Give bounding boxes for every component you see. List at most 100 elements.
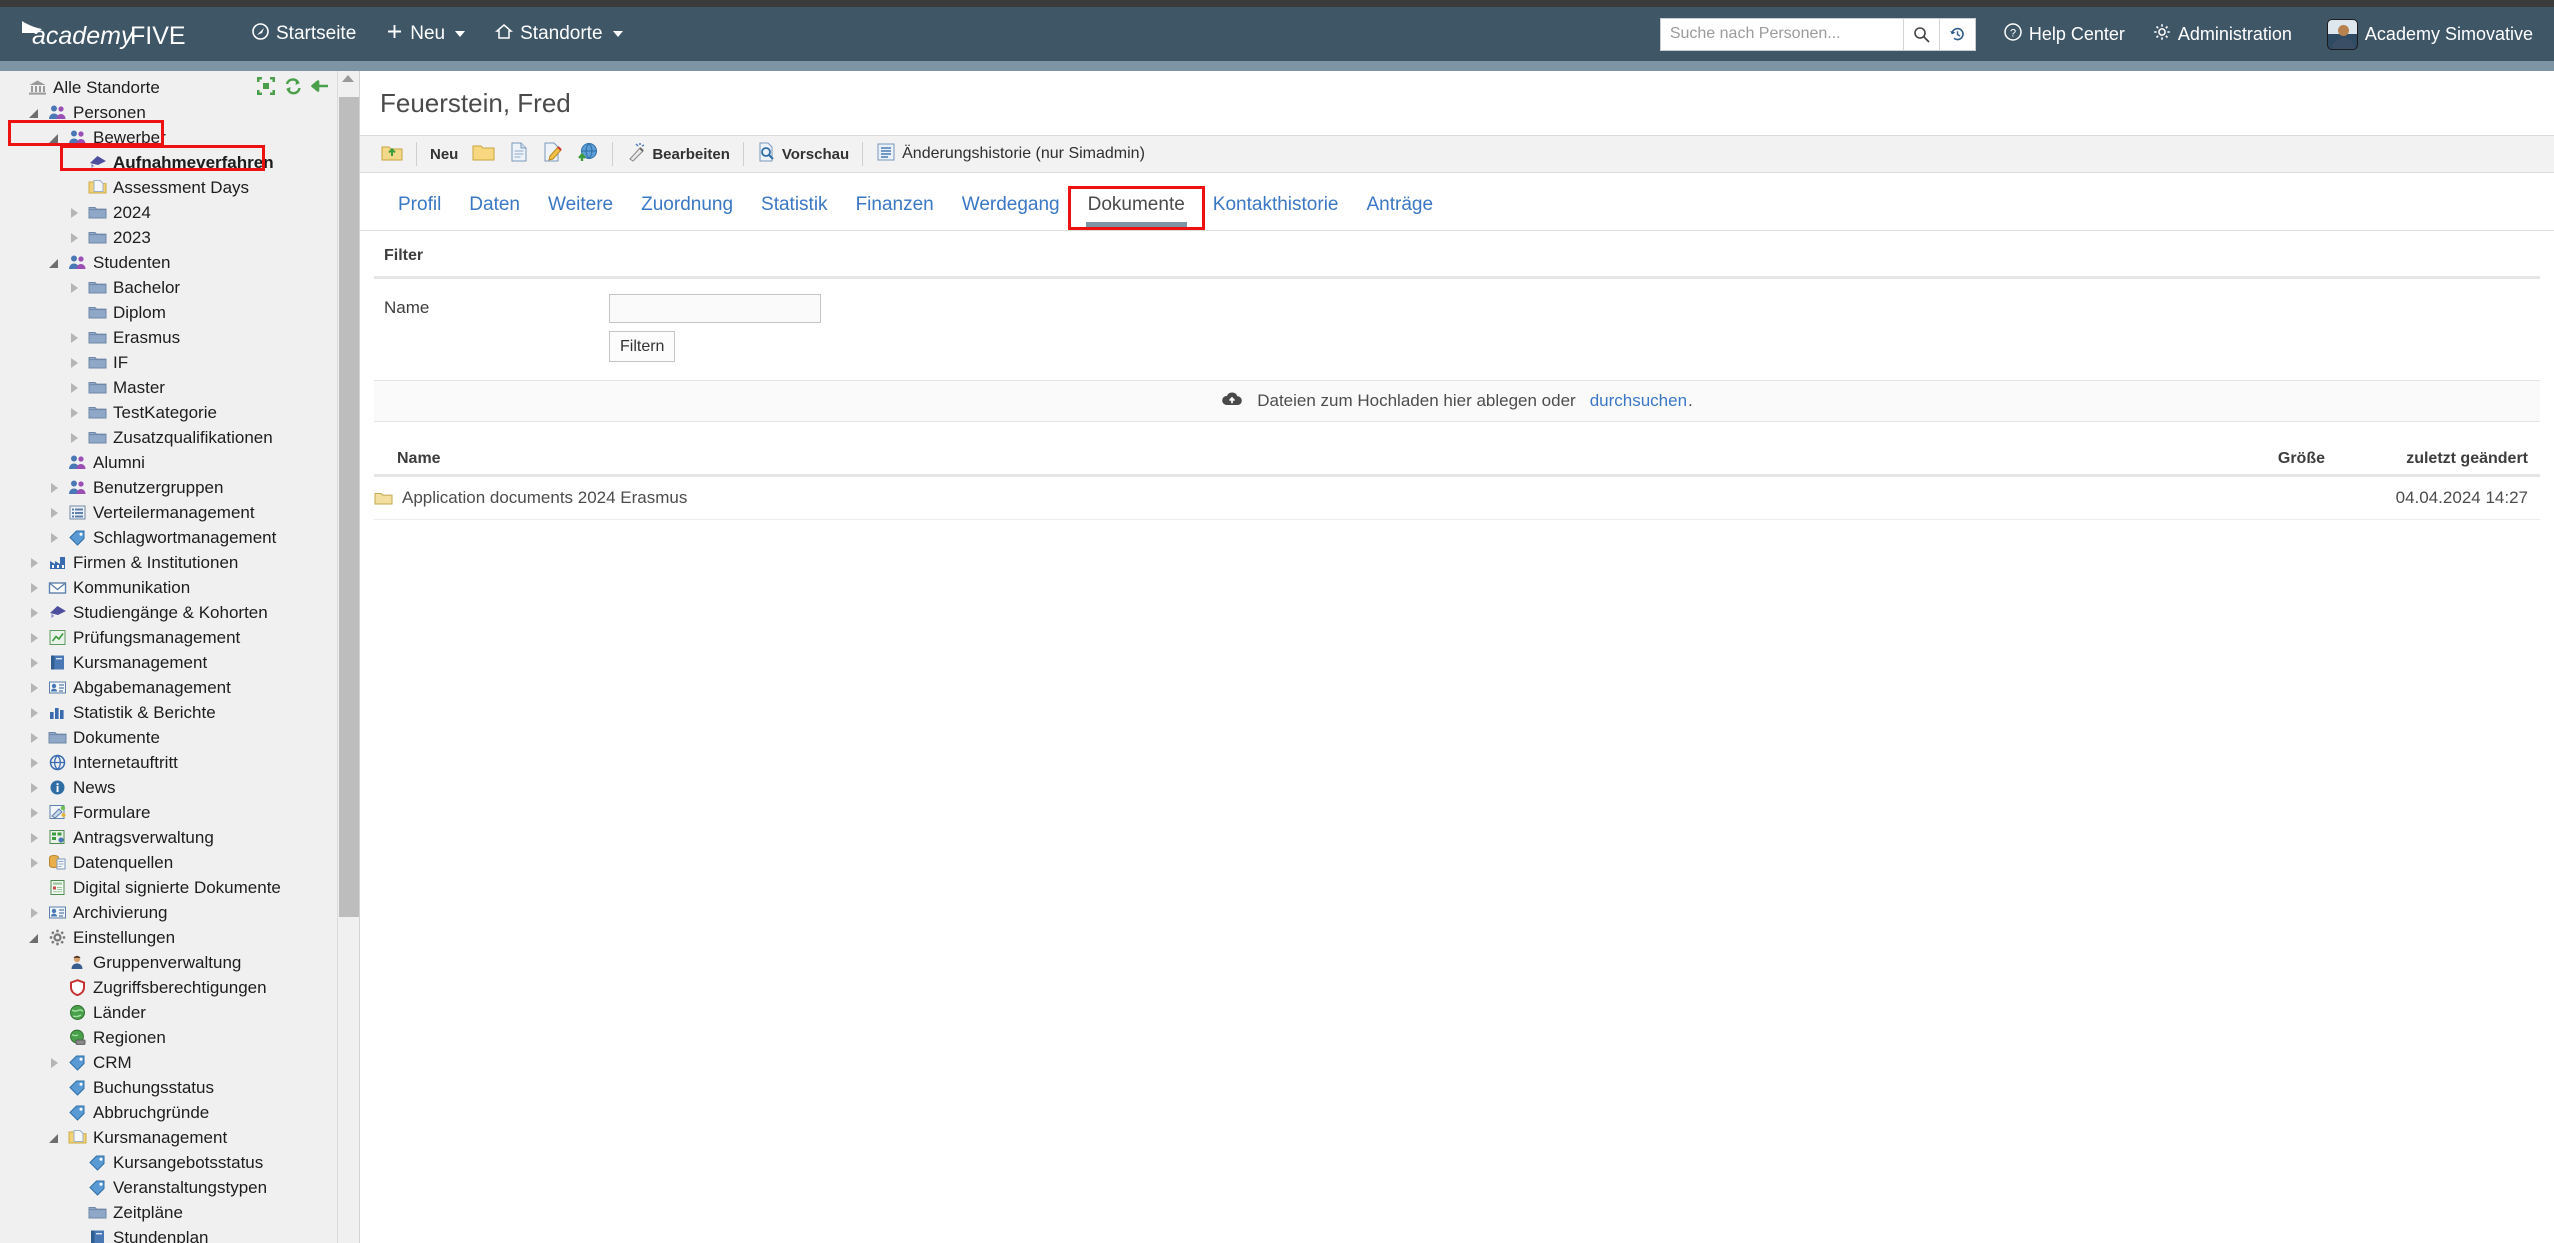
tree-item-bachelor[interactable]: Bachelor [0,275,359,300]
tree-item-statistik-berichte[interactable]: Statistik & Berichte [0,700,359,725]
tab-profil[interactable]: Profil [384,194,455,230]
tree-item-alumni[interactable]: Alumni [0,450,359,475]
search-input[interactable] [1660,18,1903,50]
scroll-up-arrow-icon[interactable] [342,75,354,82]
administration-menu[interactable]: Administration [2153,23,2299,46]
tree-expand-toggle-icon[interactable] [28,806,42,820]
tree-item-2024[interactable]: 2024 [0,200,359,225]
tree-item-pr-fungsmanagement[interactable]: Prüfungsmanagement [0,625,359,650]
search-box[interactable] [1659,17,1976,51]
search-submit-button[interactable] [1902,18,1939,50]
edit-document-button[interactable] [536,138,571,170]
tree-item-kursmanagement[interactable]: Kursmanagement [0,1125,359,1150]
help-center-link[interactable]: ? Help Center [2004,22,2125,46]
tree-expand-toggle-icon[interactable] [28,556,42,570]
tab-finanzen[interactable]: Finanzen [842,194,948,230]
web-link-button[interactable] [571,138,606,170]
filter-name-input[interactable] [609,293,821,323]
tab-daten[interactable]: Daten [455,194,534,230]
tree-item-buchungsstatus[interactable]: Buchungsstatus [0,1075,359,1100]
tree-expand-toggle-icon[interactable] [48,506,62,520]
tree-item-l-nder[interactable]: Länder [0,1000,359,1025]
tab-statistik[interactable]: Statistik [747,194,842,230]
tree-item-digital-signierte-dokumente[interactable]: Digital signierte Dokumente [0,875,359,900]
tree-item-2023[interactable]: 2023 [0,225,359,250]
tree-item-antragsverwaltung[interactable]: Antragsverwaltung [0,825,359,850]
tree-item-news[interactable]: News [0,775,359,800]
tree-item-abbruchgr-nde[interactable]: Abbruchgründe [0,1100,359,1125]
tree-item-verteilermanagement[interactable]: Verteilermanagement [0,500,359,525]
tree-item-gruppenverwaltung[interactable]: Gruppenverwaltung [0,950,359,975]
preview-button[interactable]: Vorschau [750,138,856,170]
user-menu[interactable]: Academy Simovative [2326,18,2540,50]
tree-item-personen[interactable]: Personen [0,100,359,125]
tree-item-assessment-days[interactable]: Assessment Days [0,175,359,200]
tree-expand-toggle-icon[interactable] [68,281,82,295]
tree-expand-toggle-icon[interactable] [48,481,62,495]
tree-expand-toggle-icon[interactable] [48,531,62,545]
tree-expand-toggle-icon[interactable] [28,681,42,695]
tree-expand-toggle-icon[interactable] [28,706,42,720]
tree-expand-toggle-icon[interactable] [68,356,82,370]
tree-item-regionen[interactable]: Regionen [0,1025,359,1050]
tree-item-zusatzqualifikationen[interactable]: Zusatzqualifikationen [0,425,359,450]
tree-expand-toggle-icon[interactable] [28,606,42,620]
nav-standorte[interactable]: Standorte [495,23,623,46]
cell-name[interactable]: Application documents 2024 Erasmus [374,488,2120,508]
tree-item-erasmus[interactable]: Erasmus [0,325,359,350]
tree-item-aufnahmeverfahren[interactable]: Aufnahmeverfahren [0,150,359,175]
tree-item-alle-standorte[interactable]: Alle Standorte [0,75,359,100]
tree-collapse-toggle-icon[interactable] [48,131,62,145]
tree-expand-toggle-icon[interactable] [28,856,42,870]
tree-expand-toggle-icon[interactable] [48,1056,62,1070]
open-folder-button[interactable] [374,138,410,170]
tree-item-studenten[interactable]: Studenten [0,250,359,275]
tree-item-firmen-institutionen[interactable]: Firmen & Institutionen [0,550,359,575]
column-header-name[interactable]: Name [374,450,2120,468]
brand-logo[interactable]: academy FIVE academyFIVE [18,17,218,51]
tree-collapse-toggle-icon[interactable] [48,256,62,270]
tree-item-kursmanagement[interactable]: Kursmanagement [0,650,359,675]
new-document-button[interactable] [502,138,536,170]
dropzone-browse-link[interactable]: durchsuchen [1590,391,1687,411]
tree-item-formulare[interactable]: Formulare [0,800,359,825]
change-history-button[interactable]: Änderungshistorie (nur Simadmin) [869,138,1152,170]
tree-item-abgabemanagement[interactable]: Abgabemanagement [0,675,359,700]
tree-item-zugriffsberechtigungen[interactable]: Zugriffsberechtigungen [0,975,359,1000]
tree-expand-toggle-icon[interactable] [28,581,42,595]
tab-kontakthistorie[interactable]: Kontakthistorie [1199,194,1353,230]
new-button[interactable]: Neu [423,138,465,170]
tree-item-zeitpl-ne[interactable]: Zeitpläne [0,1200,359,1225]
nav-neu[interactable]: Neu [386,23,466,46]
tree-item-crm[interactable]: CRM [0,1050,359,1075]
column-header-size[interactable]: Größe [2120,450,2325,468]
tree-item-if[interactable]: IF [0,350,359,375]
tab-weitere[interactable]: Weitere [534,194,627,230]
tree-item-bewerber[interactable]: Bewerber [0,125,359,150]
search-history-button[interactable] [1938,18,1975,50]
filter-submit-button[interactable]: Filtern [609,331,676,362]
tree-expand-toggle-icon[interactable] [68,431,82,445]
tree-collapse-toggle-icon[interactable] [28,106,42,120]
tree-expand-toggle-icon[interactable] [68,381,82,395]
tree-expand-toggle-icon[interactable] [28,781,42,795]
tree-expand-toggle-icon[interactable] [68,331,82,345]
tree-item-diplom[interactable]: Diplom [0,300,359,325]
tree-item-kursangebotsstatus[interactable]: Kursangebotsstatus [0,1150,359,1175]
tree-collapse-toggle-icon[interactable] [48,1131,62,1145]
tree-expand-toggle-icon[interactable] [28,656,42,670]
tab-antr-ge[interactable]: Anträge [1352,194,1447,230]
column-header-modified[interactable]: zuletzt geändert [2325,450,2540,468]
table-row[interactable]: Application documents 2024 Erasmus 04.04.… [374,477,2540,520]
tree-expand-toggle-icon[interactable] [68,406,82,420]
nav-startseite[interactable]: Startseite [252,22,356,46]
tree-expand-toggle-icon[interactable] [68,231,82,245]
tree-item-dokumente[interactable]: Dokumente [0,725,359,750]
tree-item-testkategorie[interactable]: TestKategorie [0,400,359,425]
tab-dokumente[interactable]: Dokumente [1074,194,1199,230]
tree-item-studieng-nge-kohorten[interactable]: Studiengänge & Kohorten [0,600,359,625]
tree-item-datenquellen[interactable]: Datenquellen [0,850,359,875]
scrollbar-thumb[interactable] [339,97,359,917]
tree-expand-toggle-icon[interactable] [28,731,42,745]
tree-item-stundenplan[interactable]: Stundenplan [0,1225,359,1243]
